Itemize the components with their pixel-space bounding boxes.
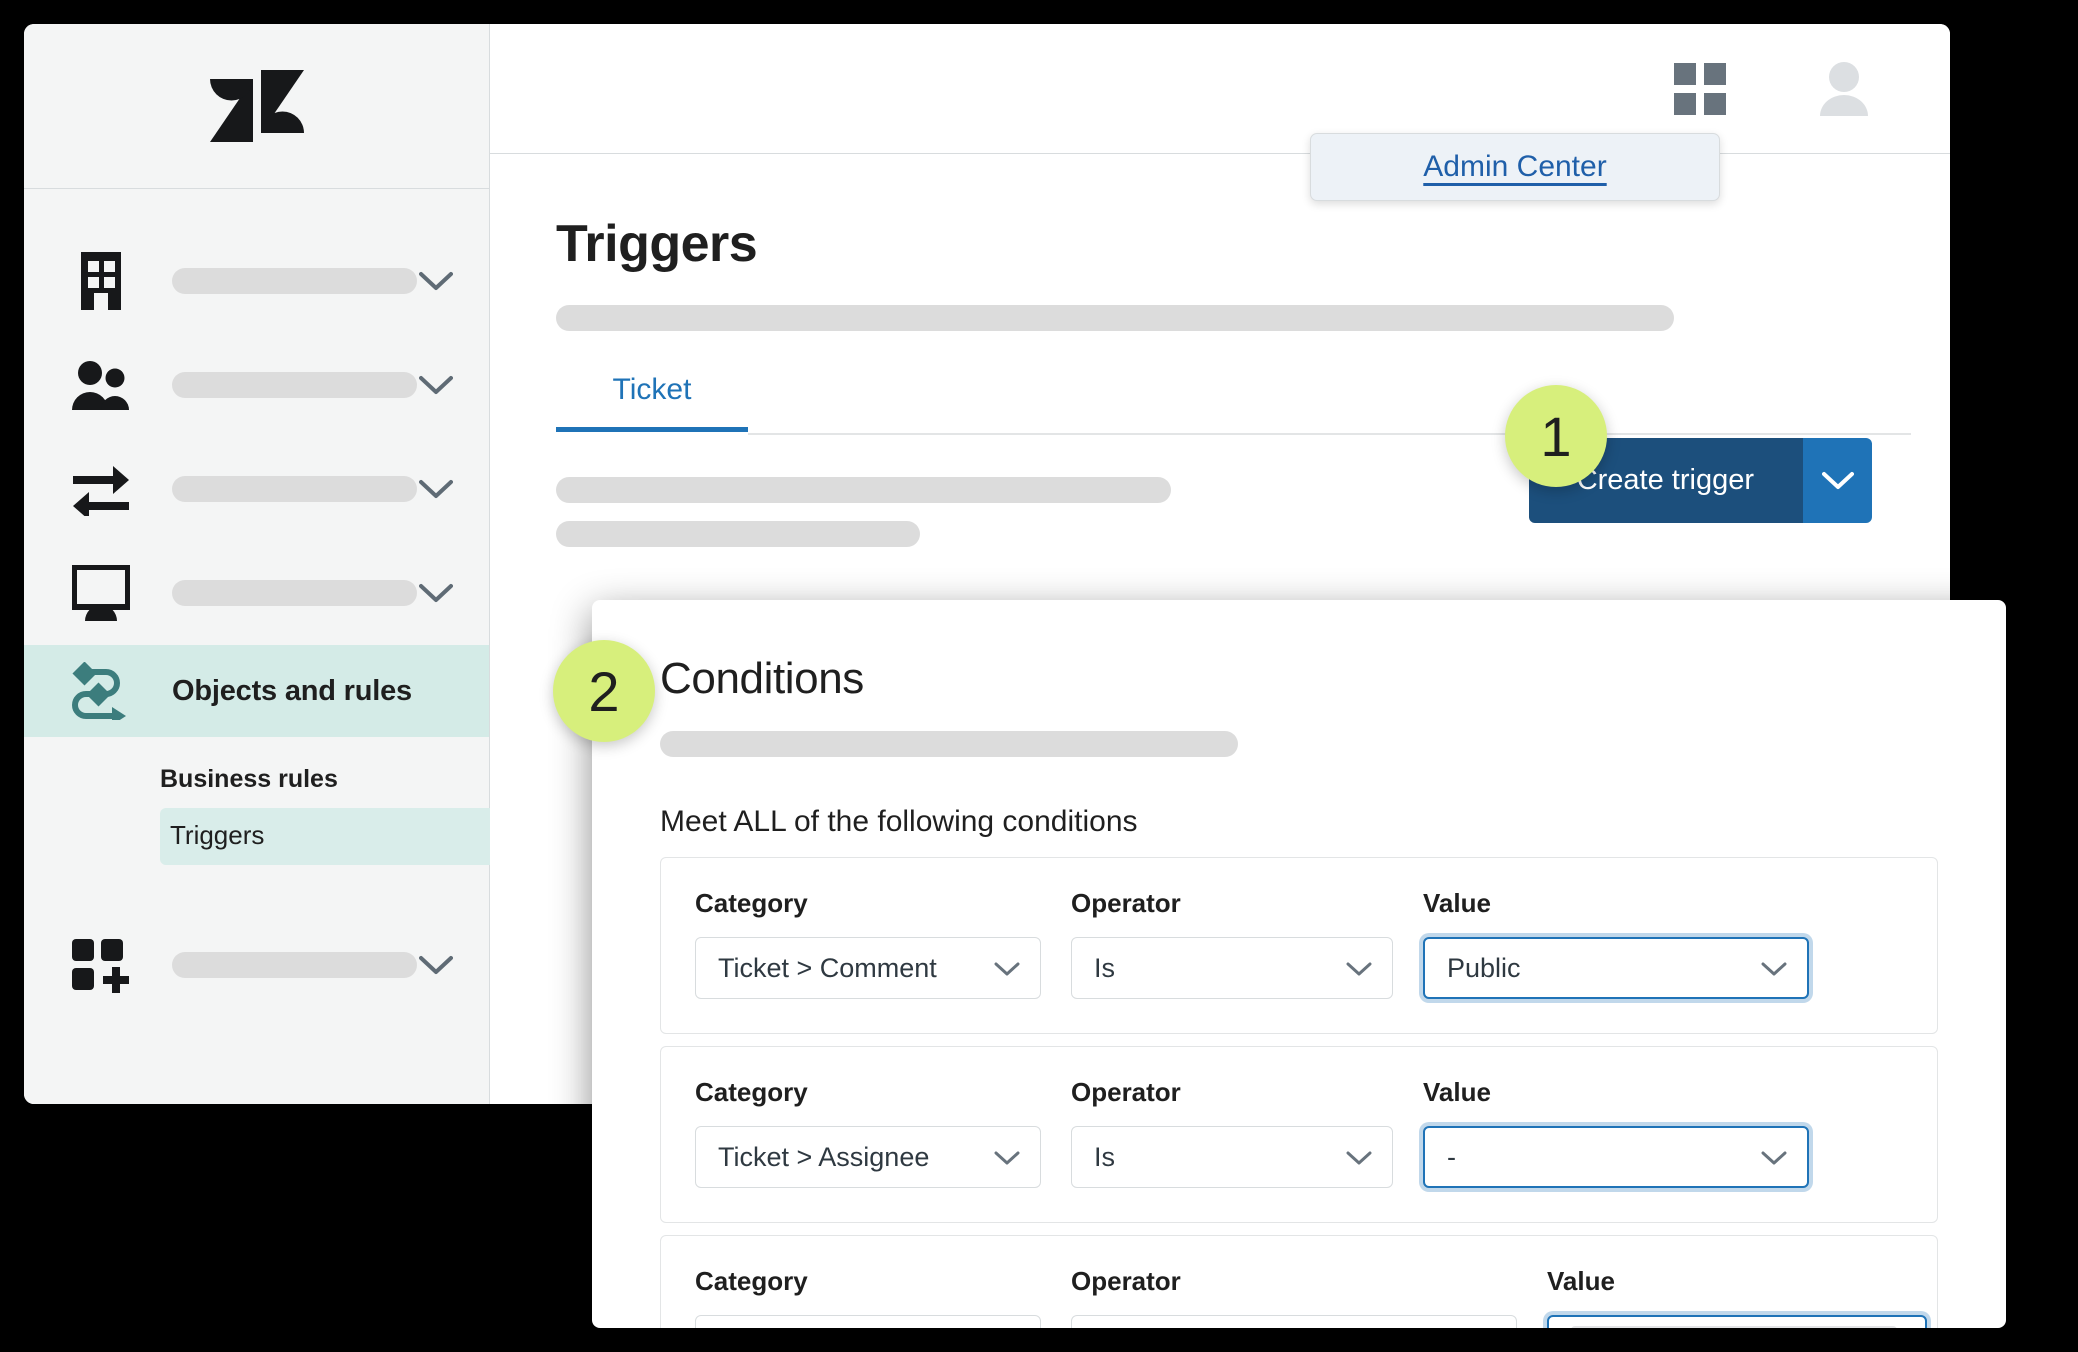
condition-category-field: Category Ticket > Assignee — [695, 1077, 1041, 1188]
chevron-down-icon[interactable] — [417, 366, 455, 404]
monitor-icon — [70, 562, 132, 624]
page-title: Triggers — [556, 215, 758, 273]
chevron-down-icon — [994, 953, 1020, 984]
arrows-exchange-icon — [70, 458, 132, 520]
value-select[interactable]: - — [1423, 1126, 1809, 1188]
sidebar-logo[interactable] — [24, 24, 489, 189]
operator-label: Operator — [1071, 888, 1181, 918]
sidebar-item-objects-and-rules-label: Objects and rules — [172, 674, 412, 707]
operator-select-value: Is — [1094, 952, 1116, 983]
chevron-down-icon — [1761, 1142, 1787, 1173]
operator-select[interactable]: Is — [1071, 937, 1393, 999]
condition-row: Category Ticket > Assignee Operator Is V… — [660, 1046, 1938, 1223]
conditions-panel: Conditions Meet ALL of the following con… — [592, 600, 2006, 1328]
operator-label: Operator — [1071, 1266, 1181, 1296]
conditions-title: Conditions — [660, 654, 864, 703]
value-select-value: Public — [1447, 952, 1521, 983]
condition-category-field: Category Ticket > Comment — [695, 888, 1041, 999]
category-select-value: Ticket > Assignee — [718, 1141, 930, 1172]
operator-select[interactable]: Contains at least one of the following — [1071, 1315, 1517, 1328]
chevron-down-icon — [1346, 953, 1372, 984]
subnav-item-triggers[interactable]: Triggers — [160, 808, 512, 865]
value-select-value: - — [1447, 1141, 1456, 1172]
chevron-down-icon — [994, 1142, 1020, 1173]
conditions-description-placeholder — [660, 731, 1238, 757]
sidebar-subnav: Business rules Triggers — [24, 737, 512, 865]
sidebar-item-1[interactable] — [24, 333, 489, 437]
category-select[interactable]: Ticket > Tags — [695, 1315, 1041, 1328]
category-select-value: Ticket > Comment — [718, 952, 937, 983]
sidebar-item-3[interactable] — [24, 541, 489, 645]
sidebar-nav-list: Objects and rules Business rules Trigger… — [24, 189, 512, 1017]
content-placeholder-line-2 — [556, 521, 920, 547]
chevron-down-icon[interactable] — [417, 262, 455, 300]
category-select[interactable]: Ticket > Assignee — [695, 1126, 1041, 1188]
top-bar — [490, 24, 1950, 154]
condition-row: Category Ticket > Tags Operator Contains… — [660, 1235, 1938, 1328]
chevron-down-icon[interactable] — [417, 946, 455, 984]
sidebar-item-objects-and-rules[interactable]: Objects and rules — [24, 645, 489, 737]
chevron-down-icon[interactable] — [417, 574, 455, 612]
sidebar-item-5-placeholder — [172, 952, 418, 978]
zendesk-logo — [209, 70, 304, 142]
create-trigger-dropdown-chevron-down-icon[interactable] — [1802, 438, 1872, 523]
step-badge-2: 2 — [553, 640, 655, 742]
chevron-down-icon — [1346, 1142, 1372, 1173]
category-label: Category — [695, 888, 808, 918]
sidebar-item-2[interactable] — [24, 437, 489, 541]
subnav-heading-business-rules: Business rules — [160, 765, 338, 793]
chevron-down-icon[interactable] — [417, 470, 455, 508]
value-label: Value — [1423, 888, 1491, 918]
content-placeholder-line-1 — [556, 477, 1171, 503]
condition-value-field: Value - — [1423, 1077, 1809, 1188]
apps-grid-icon[interactable] — [1674, 62, 1726, 115]
tag-chip: customer_ticket_routing_A ✕ — [1571, 1325, 1898, 1328]
building-icon — [70, 250, 132, 312]
sidebar-item-0-placeholder — [172, 268, 418, 294]
meet-all-label: Meet ALL of the following conditions — [660, 805, 1138, 838]
objects-rules-icon — [70, 660, 132, 722]
operator-label: Operator — [1071, 1077, 1181, 1107]
sidebar-item-5[interactable] — [24, 913, 489, 1017]
category-select[interactable]: Ticket > Comment — [695, 937, 1041, 999]
chevron-down-icon — [1761, 953, 1787, 984]
value-select[interactable]: Public — [1423, 937, 1809, 999]
value-tag-input[interactable]: customer_ticket_routing_A ✕ — [1547, 1315, 1927, 1328]
operator-select-value: Is — [1094, 1141, 1116, 1172]
user-avatar-icon[interactable] — [1816, 61, 1872, 116]
condition-value-field: Value customer_ticket_routing_A ✕ — [1547, 1266, 1927, 1328]
value-label: Value — [1423, 1077, 1491, 1107]
condition-operator-field: Operator Is — [1071, 1077, 1393, 1188]
apps-add-icon — [70, 934, 132, 996]
screenshot-stage: Objects and rules Business rules Trigger… — [0, 0, 2078, 1352]
admin-center-link[interactable]: Admin Center — [1423, 150, 1606, 184]
sidebar-item-0[interactable] — [24, 229, 489, 333]
sidebar-item-3-placeholder — [172, 580, 418, 606]
tab-bar-rule — [748, 433, 1911, 435]
people-icon — [70, 354, 132, 416]
sidebar-item-2-placeholder — [172, 476, 418, 502]
sidebar: Objects and rules Business rules Trigger… — [24, 24, 512, 1104]
tab-bar: Ticket — [556, 373, 1950, 435]
value-label: Value — [1547, 1266, 1615, 1296]
condition-category-field: Category Ticket > Tags — [695, 1266, 1041, 1328]
condition-operator-field: Operator Is — [1071, 888, 1393, 999]
category-label: Category — [695, 1077, 808, 1107]
operator-select[interactable]: Is — [1071, 1126, 1393, 1188]
condition-value-field: Value Public — [1423, 888, 1809, 999]
step-badge-1: 1 — [1505, 385, 1607, 487]
page-subtitle-placeholder — [556, 305, 1674, 331]
condition-row: Category Ticket > Comment Operator Is Va… — [660, 857, 1938, 1034]
admin-center-dropdown: Admin Center — [1310, 133, 1720, 201]
sidebar-item-1-placeholder — [172, 372, 418, 398]
category-label: Category — [695, 1266, 808, 1296]
tab-ticket[interactable]: Ticket — [556, 373, 748, 432]
condition-operator-field: Operator Contains at least one of the fo… — [1071, 1266, 1517, 1328]
